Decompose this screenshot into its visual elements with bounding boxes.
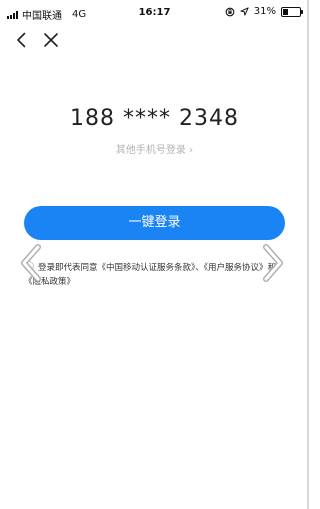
agreement-text: 登录即代表同意《中国移动认证服务条款》、《用户服务协议》和《隐私政策》 (24, 261, 288, 289)
agreement-prefix: 登录即代表同意 (38, 263, 98, 273)
other-phone-login-link[interactable]: 其他手机号登录 › (0, 141, 309, 156)
agreement-separator: 、 (195, 263, 204, 273)
masked-phone-number: 188 **** 2348 (70, 106, 239, 131)
status-bar: 中国联通 4G 16:17 31% (0, 0, 309, 26)
nav-bar (0, 26, 309, 56)
user-agreement-link[interactable]: 《用户服务协议》 (204, 263, 268, 273)
chevron-left-icon[interactable] (20, 244, 42, 282)
battery-fill (283, 8, 288, 15)
battery-icon (281, 6, 303, 17)
location-icon (240, 7, 249, 16)
battery-percent: 31% (253, 6, 276, 17)
chevron-left-icon[interactable] (12, 30, 32, 50)
close-icon[interactable] (41, 30, 61, 50)
rotation-lock-icon (225, 7, 235, 16)
chevron-right-icon[interactable] (262, 244, 284, 282)
status-right: 31% (225, 6, 303, 17)
one-click-login-button[interactable]: 一键登录 (24, 206, 285, 240)
window-edge (307, 0, 309, 509)
cmcc-terms-link[interactable]: 《中国移动认证服务条款》 (98, 263, 196, 273)
